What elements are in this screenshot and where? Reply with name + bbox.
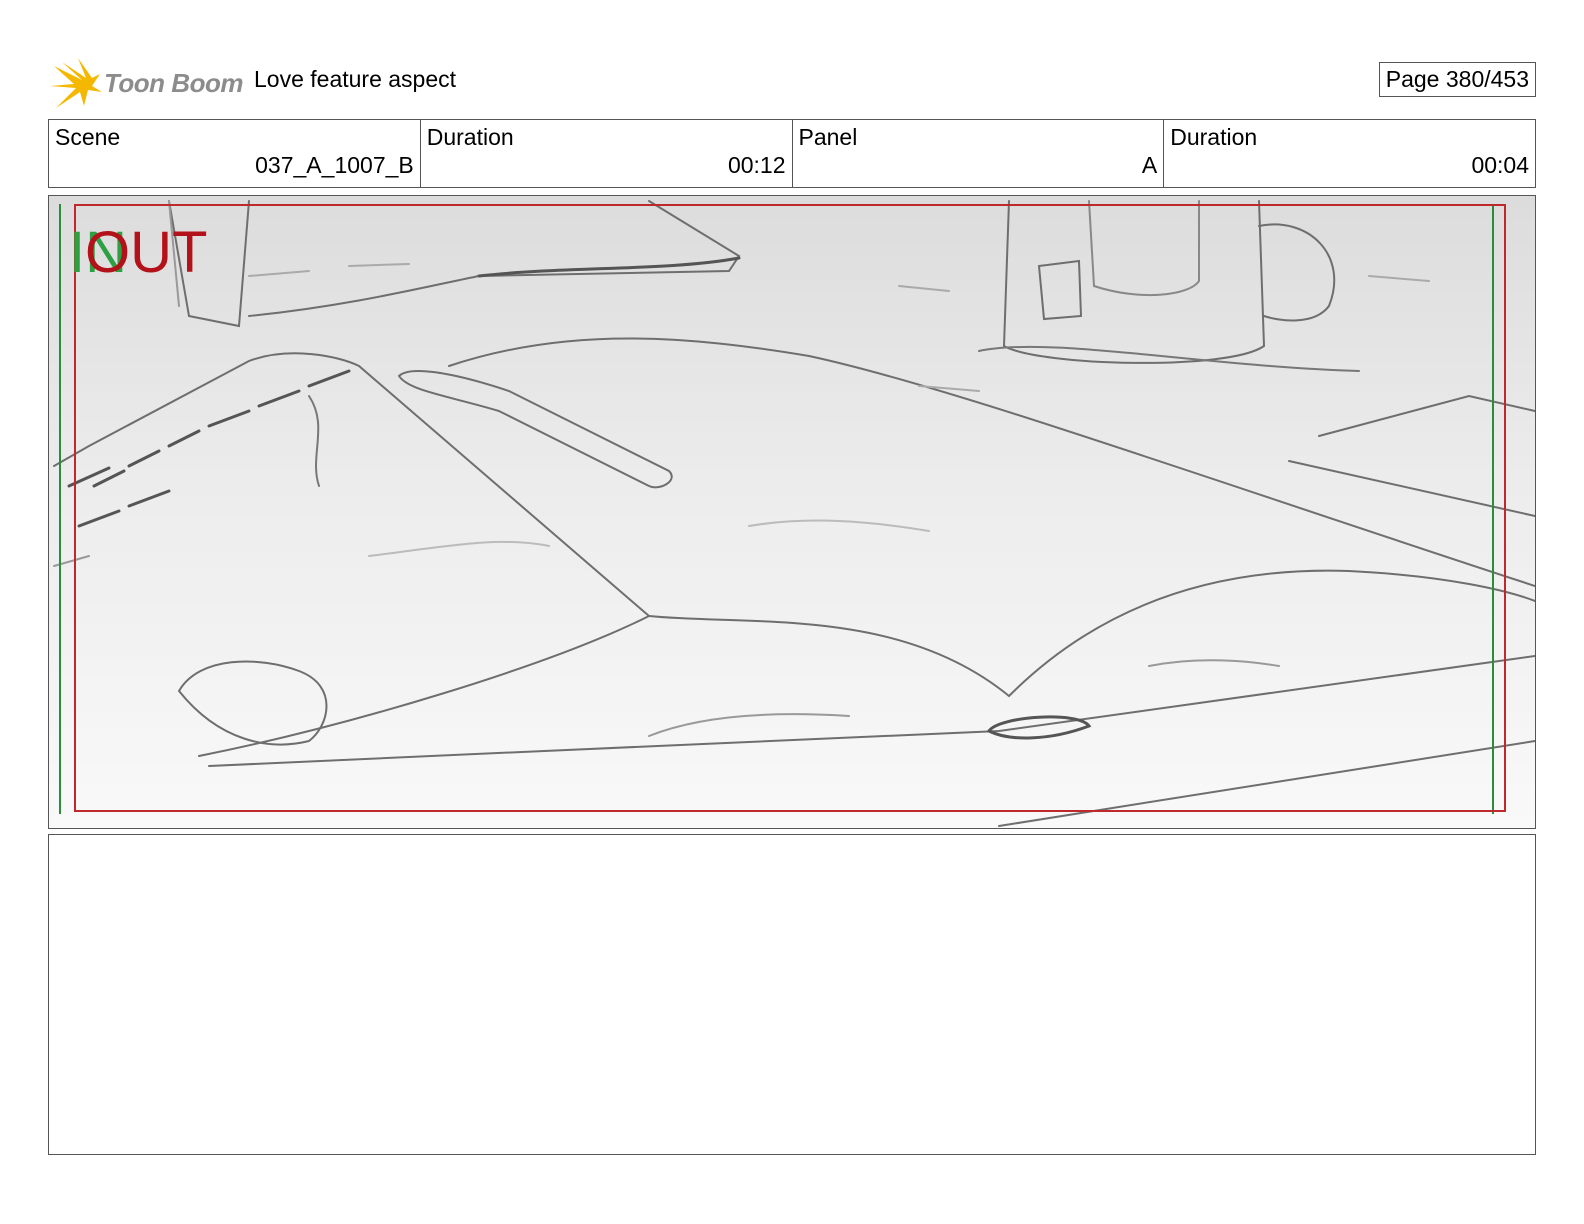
panel-duration-value: 00:04 [1471, 152, 1529, 178]
panel-label: Panel [798, 124, 858, 150]
notes-box[interactable] [48, 834, 1536, 1155]
page-header: Toon Boom Love feature aspect Page 380/4… [48, 50, 1536, 110]
out-marker: OUT [85, 220, 208, 285]
camera-frame-red [74, 204, 1506, 812]
scene-duration-cell: Duration 00:12 [421, 120, 793, 187]
page-indicator: Page 380/453 [1378, 62, 1536, 97]
toon-boom-logo: Toon Boom [48, 54, 244, 110]
star-burst-icon [50, 58, 102, 108]
storyboard-panel-image: IN OUT [48, 195, 1536, 829]
scene-cell: Scene 037_A_1007_B [49, 120, 421, 187]
panel-cell: Panel A [793, 120, 1165, 187]
scene-duration-value: 00:12 [727, 152, 786, 178]
panel-duration-label: Duration [1170, 124, 1258, 150]
panel-value: A [1141, 152, 1158, 178]
scene-label: Scene [55, 124, 121, 150]
panel-duration-cell: Duration 00:04 [1164, 120, 1535, 187]
scene-value: 037_A_1007_B [255, 152, 414, 178]
brand-wordmark: Toon Boom [104, 68, 243, 98]
scene-duration-label: Duration [426, 124, 514, 150]
document-title: Love feature aspect [254, 66, 457, 92]
scene-info-table: Scene 037_A_1007_B Duration 00:12 Panel … [48, 119, 1536, 188]
